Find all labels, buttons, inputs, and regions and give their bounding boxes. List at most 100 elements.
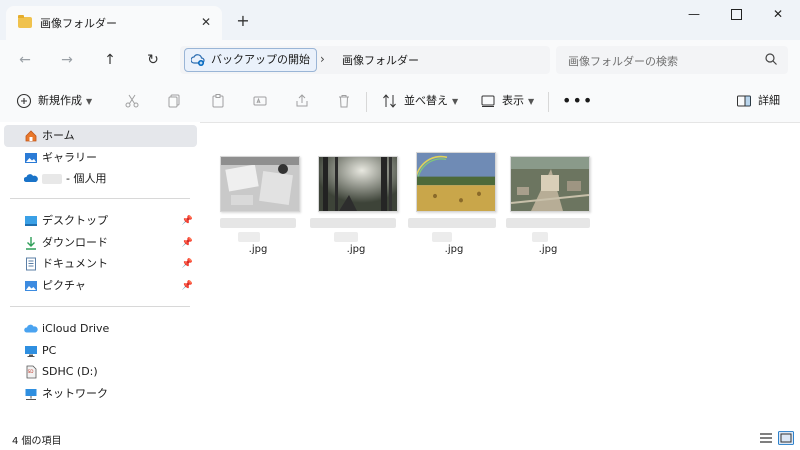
- copy-icon: [168, 94, 180, 108]
- file-name: .jpg: [248, 244, 268, 255]
- sidebar-divider: [10, 198, 190, 199]
- rename-button[interactable]: [250, 90, 270, 112]
- clipboard-icon: [212, 94, 224, 108]
- svg-text:SD: SD: [28, 369, 34, 374]
- view-button[interactable]: 表示 ▼: [480, 90, 534, 112]
- pin-icon[interactable]: 📌: [182, 232, 193, 254]
- details-label: 詳細: [758, 94, 780, 107]
- sort-button[interactable]: 並べ替え ▼: [382, 90, 458, 112]
- trash-icon: [339, 95, 349, 108]
- tab-pictures-folder[interactable]: 画像フォルダー ✕: [6, 6, 222, 40]
- redacted-filename: [408, 218, 496, 228]
- file-explorer-window: 画像フォルダー ✕ + — ✕ ← → ↑ ↻ バックアップの開始 › 画像フォ…: [0, 0, 800, 450]
- address-bar[interactable]: バックアップの開始 › 画像フォルダー: [180, 46, 550, 74]
- command-toolbar: 新規作成 ▼ 並べ替え ▼ 表示 ▼ ••• 詳細: [0, 80, 800, 123]
- search-box[interactable]: 画像フォルダーの検索: [556, 46, 788, 74]
- refresh-icon[interactable]: ↻: [140, 48, 166, 72]
- share-button[interactable]: [292, 90, 312, 112]
- sidebar-item-label: ギャラリー: [42, 151, 97, 164]
- sidebar-item-home[interactable]: ホーム: [4, 125, 197, 147]
- image-thumbnail: [416, 152, 496, 212]
- navigation-pane: ホーム ギャラリー - 個人用 デスクトップ 📌 ダウンロード 📌 ドキュメント…: [0, 122, 200, 428]
- view-icon: [481, 95, 495, 107]
- sidebar-item-onedrive[interactable]: - 個人用: [4, 168, 197, 190]
- rename-icon: [253, 96, 267, 106]
- onedrive-icon: [24, 174, 38, 182]
- copy-button[interactable]: [164, 90, 184, 112]
- sidebar-item-network[interactable]: ネットワーク: [4, 383, 197, 405]
- new-tab-button[interactable]: +: [232, 10, 254, 32]
- sidebar-item-label: PC: [42, 344, 57, 357]
- tab-title: 画像フォルダー: [40, 17, 117, 30]
- scissors-icon: [125, 94, 139, 108]
- sidebar-item-pictures[interactable]: ピクチャ 📌: [4, 275, 197, 297]
- cloud-backup-icon: [191, 54, 205, 66]
- sidebar-item-icloud[interactable]: iCloud Drive: [4, 318, 197, 340]
- sd-card-icon: SD: [26, 365, 37, 379]
- pin-icon[interactable]: 📌: [182, 253, 193, 275]
- breadcrumb-backup[interactable]: バックアップの開始: [184, 48, 317, 72]
- sidebar-item-gallery[interactable]: ギャラリー: [4, 147, 197, 169]
- sidebar-item-desktop[interactable]: デスクトップ 📌: [4, 210, 197, 232]
- new-button-label: 新規作成: [38, 94, 82, 107]
- search-placeholder: 画像フォルダーの検索: [568, 55, 678, 68]
- pin-icon[interactable]: 📌: [182, 210, 193, 232]
- close-window-button[interactable]: ✕: [756, 0, 800, 28]
- image-thumbnail: [220, 156, 300, 212]
- network-icon: [25, 389, 37, 400]
- chevron-down-icon: ▼: [528, 97, 535, 106]
- redacted-filename: [220, 218, 296, 228]
- home-icon: [25, 130, 37, 142]
- breadcrumb-current[interactable]: 画像フォルダー: [342, 52, 419, 68]
- download-icon: [26, 237, 36, 250]
- sidebar-item-label: iCloud Drive: [42, 322, 110, 335]
- delete-button[interactable]: [334, 90, 354, 112]
- navigation-bar: ← → ↑ ↻ バックアップの開始 › 画像フォルダー 画像フォルダーの検索: [0, 40, 800, 80]
- title-bar: 画像フォルダー ✕ + — ✕: [0, 0, 800, 40]
- file-name: .jpg: [346, 244, 366, 255]
- view-label: 表示: [502, 94, 524, 107]
- gallery-icon: [25, 153, 37, 163]
- sidebar-item-pc[interactable]: PC: [4, 340, 197, 362]
- details-pane-button[interactable]: 詳細: [736, 90, 780, 112]
- sidebar-item-label: ダウンロード: [42, 236, 108, 249]
- forward-arrow-icon[interactable]: →: [54, 48, 80, 72]
- file-list-view: .jpg .jpg .jpg .jpg: [200, 122, 800, 428]
- status-bar: 4 個の項目: [0, 428, 800, 450]
- redacted-name: [42, 174, 62, 184]
- sidebar-item-label: ホーム: [42, 129, 75, 142]
- breadcrumb-separator-icon[interactable]: ›: [320, 52, 325, 66]
- sort-label: 並べ替え: [404, 94, 448, 107]
- maximize-button[interactable]: [714, 0, 758, 28]
- sidebar-item-downloads[interactable]: ダウンロード 📌: [4, 232, 197, 254]
- documents-icon: [26, 257, 36, 271]
- thumbnail-view-icon[interactable]: [778, 431, 794, 445]
- sidebar-item-label: SDHC (D:): [42, 365, 98, 378]
- paste-button[interactable]: [208, 90, 228, 112]
- sidebar-item-sd-card[interactable]: SD SDHC (D:): [4, 361, 197, 383]
- sidebar-item-documents[interactable]: ドキュメント 📌: [4, 253, 197, 275]
- pin-icon[interactable]: 📌: [182, 275, 193, 297]
- search-icon: [765, 53, 777, 65]
- folder-icon: [18, 15, 32, 28]
- redacted-filename: [432, 232, 452, 242]
- sidebar-item-label: ドキュメント: [42, 257, 108, 270]
- pictures-icon: [25, 281, 37, 291]
- redacted-filename: [238, 232, 260, 242]
- sort-icon: [383, 94, 396, 108]
- redacted-filename: [506, 218, 590, 228]
- breadcrumb-label: バックアップの開始: [211, 53, 310, 66]
- item-count: 4 個の項目: [12, 436, 62, 447]
- file-name: .jpg: [538, 244, 558, 255]
- new-button[interactable]: 新規作成 ▼: [16, 90, 92, 112]
- toolbar-divider: [366, 92, 367, 112]
- sidebar-item-label: ピクチャ: [42, 279, 86, 292]
- tab-close-icon[interactable]: ✕: [196, 12, 216, 32]
- more-options-button[interactable]: •••: [562, 90, 593, 112]
- up-arrow-icon[interactable]: ↑: [97, 48, 123, 72]
- cut-button[interactable]: [122, 90, 142, 112]
- sidebar-item-label: デスクトップ: [42, 214, 108, 227]
- back-arrow-icon[interactable]: ←: [12, 48, 38, 72]
- details-view-icon[interactable]: [758, 431, 774, 445]
- minimize-button[interactable]: —: [672, 0, 716, 28]
